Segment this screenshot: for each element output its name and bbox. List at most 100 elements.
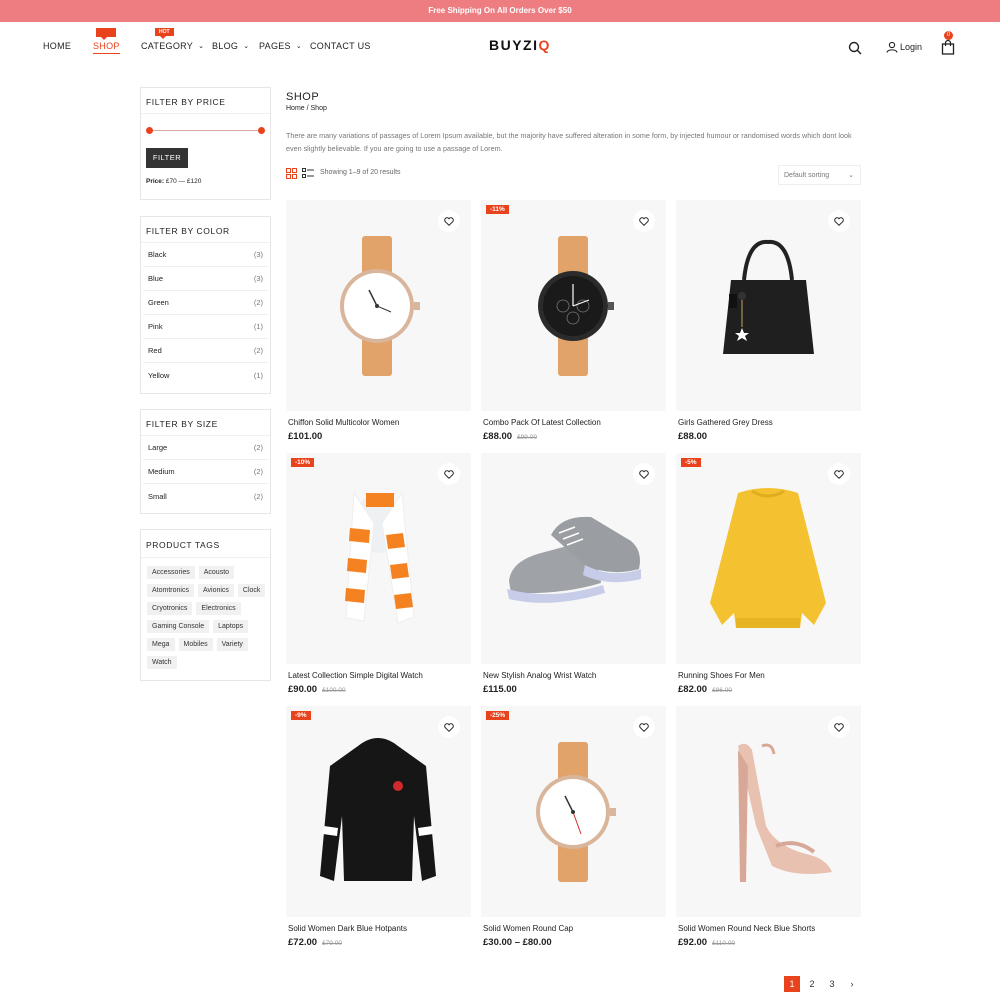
color-label: Yellow bbox=[148, 370, 170, 380]
tag-link[interactable]: Avionics bbox=[197, 584, 234, 597]
price-range-readout: Price: £70 — £120 bbox=[141, 168, 270, 185]
nav-shop[interactable]: SHOP bbox=[93, 41, 120, 54]
login-label: Login bbox=[900, 42, 923, 52]
pagination: 1 2 3 › bbox=[784, 976, 860, 992]
color-option[interactable]: Black (3) bbox=[143, 243, 268, 267]
black-hoodie-image bbox=[320, 738, 436, 881]
wishlist-heart-icon[interactable] bbox=[633, 210, 655, 232]
nav-category[interactable]: CATEGORY ⌄ bbox=[141, 41, 204, 51]
product-card[interactable]: -10% Latest Collection Simple Digital Wa… bbox=[286, 453, 471, 695]
color-option[interactable]: Green (2) bbox=[143, 291, 268, 315]
tag-link[interactable]: Clock bbox=[237, 584, 266, 597]
sort-select[interactable]: Default sorting ⌄ bbox=[778, 165, 861, 185]
product-image[interactable]: -11% bbox=[481, 200, 666, 411]
product-name[interactable]: Combo Pack Of Latest Collection bbox=[481, 418, 666, 427]
tag-link[interactable]: Variety bbox=[216, 638, 248, 651]
tag-link[interactable]: Mobiles bbox=[178, 638, 213, 651]
product-prices: £88.00 £99.00 bbox=[481, 431, 666, 442]
product-card[interactable]: -5% Running Shoes For Men £82.00 £86.00 bbox=[676, 453, 861, 695]
shop-flag-badge bbox=[96, 28, 116, 40]
product-image[interactable]: -5% bbox=[676, 453, 861, 664]
grid-view-icon[interactable] bbox=[286, 168, 297, 179]
product-name[interactable]: Solid Women Dark Blue Hotpants bbox=[286, 924, 471, 933]
price-range-slider[interactable] bbox=[146, 127, 265, 134]
product-image[interactable] bbox=[286, 200, 471, 411]
product-card[interactable]: -9% Solid Women Dark Blue Hotpants £72.0… bbox=[286, 706, 471, 948]
color-option[interactable]: Red (2) bbox=[143, 339, 268, 363]
tag-link[interactable]: Acousto bbox=[198, 566, 235, 579]
sale-badge: -9% bbox=[291, 711, 311, 720]
color-option[interactable]: Blue (3) bbox=[143, 267, 268, 291]
tag-link[interactable]: Cryotronics bbox=[147, 602, 193, 615]
product-prices: £82.00 £86.00 bbox=[676, 684, 861, 695]
tag-link[interactable]: Accessories bbox=[147, 566, 195, 579]
filter-button[interactable]: FILTER bbox=[146, 148, 188, 168]
breadcrumb[interactable]: Home / Shop bbox=[286, 105, 327, 112]
color-option[interactable]: Yellow (1) bbox=[143, 363, 268, 387]
next-page-chevron-icon[interactable]: › bbox=[844, 976, 860, 992]
product-card[interactable]: -25% Solid Women Round Cap £30.00 – £80.… bbox=[481, 706, 666, 948]
wishlist-heart-icon[interactable] bbox=[438, 716, 460, 738]
size-option[interactable]: Medium (2) bbox=[143, 460, 268, 484]
product-card[interactable]: Solid Women Round Neck Blue Shorts £92.0… bbox=[676, 706, 861, 948]
page-3-link[interactable]: 3 bbox=[824, 976, 840, 992]
wishlist-heart-icon[interactable] bbox=[438, 463, 460, 485]
size-option[interactable]: Small (2) bbox=[143, 484, 268, 508]
slider-handle-min[interactable] bbox=[146, 127, 153, 134]
product-card[interactable]: Girls Gathered Grey Dress £88.00 bbox=[676, 200, 861, 442]
nav-blog[interactable]: BLOG ⌄ bbox=[212, 41, 249, 51]
wishlist-heart-icon[interactable] bbox=[438, 210, 460, 232]
price-range-value: £70 — £120 bbox=[165, 178, 202, 185]
product-image[interactable]: -25% bbox=[481, 706, 666, 917]
wishlist-heart-icon[interactable] bbox=[828, 463, 850, 485]
tag-link[interactable]: Gaming Console bbox=[147, 620, 210, 633]
tag-link[interactable]: Mega bbox=[147, 638, 175, 651]
nav-pages[interactable]: PAGES ⌄ bbox=[259, 41, 302, 51]
product-tags-widget: PRODUCT TAGS Accessories Acousto Atomtro… bbox=[140, 529, 271, 681]
product-name[interactable]: Solid Women Round Cap bbox=[481, 924, 666, 933]
slider-handle-max[interactable] bbox=[258, 127, 265, 134]
product-card[interactable]: Chiffon Solid Multicolor Women £101.00 bbox=[286, 200, 471, 442]
product-name[interactable]: Solid Women Round Neck Blue Shorts bbox=[676, 924, 861, 933]
product-image[interactable]: -10% bbox=[286, 453, 471, 664]
product-image[interactable] bbox=[676, 200, 861, 411]
tag-link[interactable]: Atomtronics bbox=[147, 584, 194, 597]
color-option[interactable]: Pink (1) bbox=[143, 315, 268, 339]
tag-link[interactable]: Laptops bbox=[213, 620, 249, 633]
user-icon bbox=[886, 41, 898, 53]
product-card[interactable]: -11% Combo Pack Of Latest Collection £88… bbox=[481, 200, 666, 442]
product-prices: £101.00 bbox=[286, 431, 471, 442]
color-count: (3) bbox=[253, 250, 263, 259]
product-name[interactable]: Chiffon Solid Multicolor Women bbox=[286, 418, 471, 427]
tag-link[interactable]: Watch bbox=[147, 656, 177, 669]
tag-link[interactable]: Electronics bbox=[196, 602, 241, 615]
nav-contact[interactable]: CONTACT US bbox=[310, 41, 371, 51]
list-view-icon[interactable] bbox=[302, 168, 314, 179]
product-name[interactable]: Girls Gathered Grey Dress bbox=[676, 418, 861, 427]
product-name[interactable]: Latest Collection Simple Digital Watch bbox=[286, 671, 471, 680]
widget-title: FILTER BY PRICE bbox=[141, 88, 270, 114]
product-image[interactable] bbox=[481, 453, 666, 664]
product-name[interactable]: Running Shoes For Men bbox=[676, 671, 861, 680]
product-image[interactable] bbox=[676, 706, 861, 917]
search-icon[interactable] bbox=[848, 41, 862, 55]
product-card[interactable]: New Stylish Analog Wrist Watch £115.00 bbox=[481, 453, 666, 695]
product-name[interactable]: New Stylish Analog Wrist Watch bbox=[481, 671, 666, 680]
wishlist-heart-icon[interactable] bbox=[633, 716, 655, 738]
shopping-bag-icon[interactable] bbox=[941, 39, 955, 55]
wishlist-heart-icon[interactable] bbox=[633, 463, 655, 485]
site-logo[interactable]: BUYZIQ bbox=[489, 37, 551, 53]
product-price: £88.00 bbox=[678, 431, 708, 442]
nav-home[interactable]: HOME bbox=[43, 41, 71, 51]
product-image[interactable]: -9% bbox=[286, 706, 471, 917]
product-price: £92.00 bbox=[678, 937, 708, 948]
product-old-price: £79.00 bbox=[322, 940, 342, 947]
wishlist-heart-icon[interactable] bbox=[828, 210, 850, 232]
wishlist-heart-icon[interactable] bbox=[828, 716, 850, 738]
size-label: Medium bbox=[148, 467, 175, 476]
size-option[interactable]: Large (2) bbox=[143, 436, 268, 460]
hot-badge: HOT bbox=[155, 28, 174, 39]
login-link[interactable]: Login bbox=[886, 41, 922, 53]
page-1-link[interactable]: 1 bbox=[784, 976, 800, 992]
page-2-link[interactable]: 2 bbox=[804, 976, 820, 992]
